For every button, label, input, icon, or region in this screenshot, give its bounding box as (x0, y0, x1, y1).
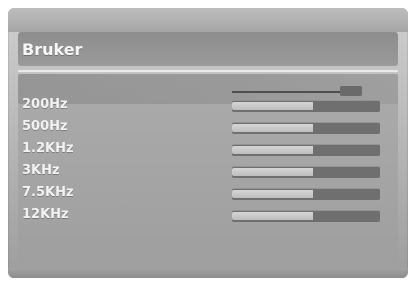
page-title: Bruker (22, 40, 83, 59)
eq-label-500hz: 500Hz (22, 119, 68, 134)
eq-row-3khz[interactable]: 3KHz (18, 160, 398, 182)
eq-slider-500hz[interactable] (232, 122, 380, 134)
eq-label-200hz: 200Hz (22, 97, 68, 112)
top-band (8, 8, 408, 32)
eq-slider-200hz[interactable] (232, 100, 380, 112)
bottom-band (8, 268, 408, 278)
eq-label-12khz: 12KHz (22, 207, 69, 222)
eq-slider-fill-7-5khz (232, 190, 314, 198)
separator (18, 70, 398, 72)
eq-slider-12khz[interactable] (232, 210, 380, 222)
eq-row-1-2khz[interactable]: 1.2KHz (18, 138, 398, 160)
eq-label-7-5khz: 7.5KHz (22, 185, 74, 200)
eq-slider-fill-1-2khz (232, 146, 314, 154)
eq-row-500hz[interactable]: 500Hz (18, 116, 398, 138)
eq-slider-fill-500hz (232, 124, 314, 132)
master-slider-track (232, 91, 352, 93)
eq-label-1-2khz: 1.2KHz (22, 141, 74, 156)
eq-slider-fill-12khz (232, 212, 314, 220)
eq-row-7-5khz[interactable]: 7.5KHz (18, 182, 398, 204)
eq-slider-7-5khz[interactable] (232, 188, 380, 200)
eq-row-12khz[interactable]: 12KHz (18, 204, 398, 226)
eq-slider-3khz[interactable] (232, 166, 380, 178)
eq-slider-1-2khz[interactable] (232, 144, 380, 156)
eq-row-200hz[interactable]: 200Hz (18, 94, 398, 116)
eq-slider-fill-3khz (232, 168, 314, 176)
equalizer-panel: Bruker 200Hz 500Hz 1.2KHz 3KHz 7.5KHz 12… (8, 8, 408, 278)
eq-slider-fill-200hz (232, 102, 314, 110)
eq-label-3khz: 3KHz (22, 163, 60, 178)
